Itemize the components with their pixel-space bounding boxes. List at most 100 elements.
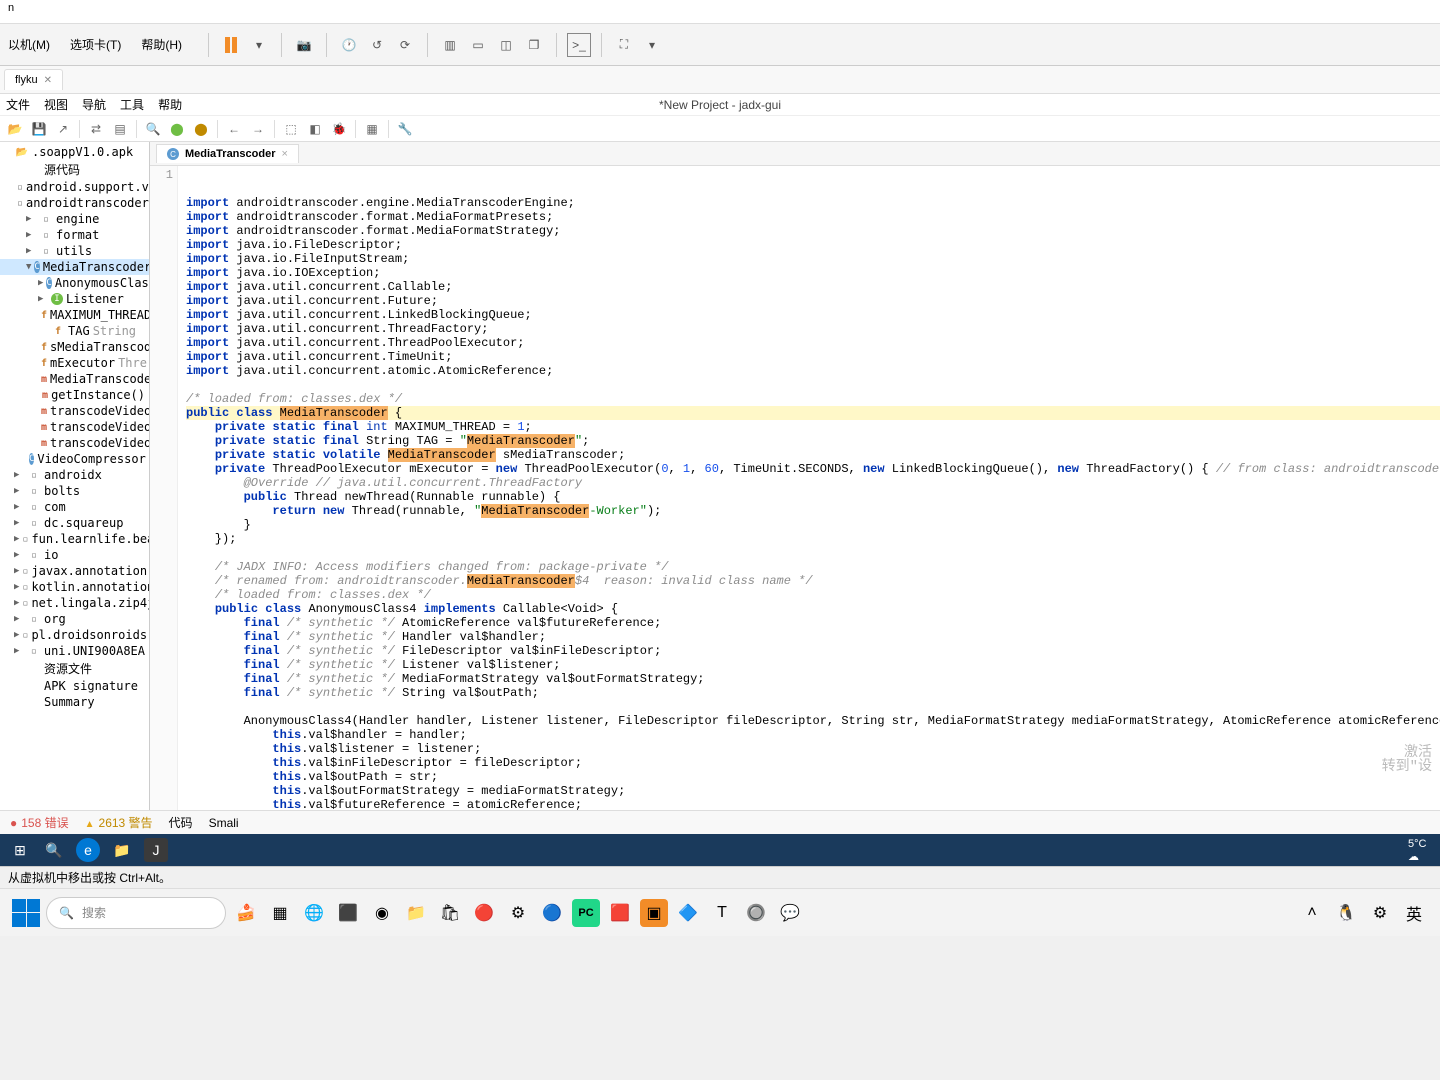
tree-item[interactable]: ▶IListener bbox=[0, 291, 149, 307]
flatten-icon[interactable]: ▤ bbox=[109, 118, 131, 140]
app5-icon[interactable]: 💬 bbox=[776, 899, 804, 927]
menu-file[interactable]: 文件 bbox=[6, 96, 30, 113]
edge-icon[interactable]: e bbox=[76, 838, 100, 862]
tree-item[interactable]: ▶▫com bbox=[0, 499, 149, 515]
export-icon[interactable]: ↗ bbox=[52, 118, 74, 140]
outer-menu-tabs[interactable]: 选项卡(T) bbox=[70, 36, 121, 53]
tree-item[interactable]: mtranscodeVideo bbox=[0, 403, 149, 419]
layout4-icon[interactable]: ❐ bbox=[522, 33, 546, 57]
forward-icon[interactable]: → bbox=[247, 118, 269, 140]
tree-item[interactable]: 源代码 bbox=[0, 160, 149, 179]
tree-item[interactable]: ▶▫engine bbox=[0, 211, 149, 227]
tree-item[interactable]: ▶▫dc.squareup bbox=[0, 515, 149, 531]
tree-item[interactable]: mtranscodeVideo bbox=[0, 419, 149, 435]
search-icon[interactable]: 🔍 bbox=[42, 838, 66, 862]
menu-nav[interactable]: 导航 bbox=[82, 96, 106, 113]
explorer-icon[interactable]: 📁 bbox=[402, 899, 430, 927]
cake-icon[interactable]: 🍰 bbox=[232, 899, 260, 927]
tree-item[interactable]: 📂.soappV1.0.apk bbox=[0, 144, 149, 160]
tree-item[interactable]: ▫android.support.v4 bbox=[0, 179, 149, 195]
menu-tools[interactable]: 工具 bbox=[120, 96, 144, 113]
tree-item[interactable]: fMAXIMUM_THREAD bbox=[0, 307, 149, 323]
tree-item[interactable]: fmExecutor Thre bbox=[0, 355, 149, 371]
search-icon[interactable]: 🔍 bbox=[142, 118, 164, 140]
tree-item[interactable]: ▶▫pl.droidsonroids.gi bbox=[0, 627, 149, 643]
tree-item[interactable]: CVideoCompressor bbox=[0, 451, 149, 467]
mode-smali[interactable]: Smali bbox=[209, 816, 239, 830]
vmware-icon[interactable]: ▣ bbox=[640, 899, 668, 927]
qq-icon[interactable]: 🐧 bbox=[1332, 899, 1360, 927]
outer-menu-help[interactable]: 帮助(H) bbox=[141, 36, 182, 53]
close-icon[interactable]: ✕ bbox=[44, 75, 52, 86]
code-content[interactable]: import androidtranscoder.engine.MediaTra… bbox=[178, 166, 1440, 810]
tree-item[interactable]: mtranscodeVideo bbox=[0, 435, 149, 451]
mode-code[interactable]: 代码 bbox=[169, 814, 193, 831]
tree-item[interactable]: Summary bbox=[0, 694, 149, 710]
editor-tab-active[interactable]: C MediaTranscoder × bbox=[156, 144, 299, 163]
save-icon[interactable]: 💾 bbox=[28, 118, 50, 140]
browser2-icon[interactable]: 🔵 bbox=[538, 899, 566, 927]
menu-view[interactable]: 视图 bbox=[44, 96, 68, 113]
tree-item[interactable]: fTAG String bbox=[0, 323, 149, 339]
outer-menu-machine[interactable]: 以机(M) bbox=[8, 36, 50, 53]
app2-icon[interactable]: 🟥 bbox=[606, 899, 634, 927]
taskview-icon[interactable]: ▦ bbox=[266, 899, 294, 927]
console-icon[interactable]: >_ bbox=[567, 33, 591, 57]
tree-item[interactable]: ▶▫fun.learnlife.beakp bbox=[0, 531, 149, 547]
text-icon[interactable]: T bbox=[708, 899, 736, 927]
debug-icon[interactable]: 🐞 bbox=[328, 118, 350, 140]
clock-icon[interactable]: 🕐 bbox=[337, 33, 361, 57]
search-input[interactable]: 🔍 搜索 bbox=[46, 897, 226, 929]
tree-item[interactable]: ▶▫uni.UNI900A8EA bbox=[0, 643, 149, 659]
layout2-icon[interactable]: ▭ bbox=[466, 33, 490, 57]
tree-item[interactable]: ▶▫org bbox=[0, 611, 149, 627]
dropdown2-icon[interactable]: ▾ bbox=[640, 33, 664, 57]
pause-icon[interactable] bbox=[219, 33, 243, 57]
manage-icon[interactable]: ⟳ bbox=[393, 33, 417, 57]
find-class-icon[interactable]: ⬤ bbox=[166, 118, 188, 140]
back-icon[interactable]: ← bbox=[223, 118, 245, 140]
tree-item[interactable]: ▶▫net.lingala.zip4j bbox=[0, 595, 149, 611]
deobf-icon[interactable]: ⬚ bbox=[280, 118, 302, 140]
chrome-icon[interactable]: ◉ bbox=[368, 899, 396, 927]
windows-start-icon[interactable] bbox=[12, 899, 40, 927]
layout1-icon[interactable]: ▥ bbox=[438, 33, 462, 57]
tree-item[interactable]: ▶▫bolts bbox=[0, 483, 149, 499]
tray-up-icon[interactable]: ˄ bbox=[1298, 899, 1326, 927]
explorer-icon[interactable]: 📁 bbox=[110, 838, 134, 862]
tree-item[interactable]: ▶▫kotlin.annotations. bbox=[0, 579, 149, 595]
snapshot-icon[interactable]: 📷 bbox=[292, 33, 316, 57]
tree-item[interactable]: mgetInstance() bbox=[0, 387, 149, 403]
tree-item[interactable]: ▶▫io bbox=[0, 547, 149, 563]
tree-item[interactable]: 资源文件 bbox=[0, 659, 149, 678]
jadx-taskbar-icon[interactable]: J bbox=[144, 838, 168, 862]
tree-item[interactable]: ▶▫utils bbox=[0, 243, 149, 259]
vm-tab[interactable]: flyku ✕ bbox=[4, 69, 63, 90]
sync-icon[interactable]: ⇄ bbox=[85, 118, 107, 140]
code-editor[interactable]: 1 import androidtranscoder.engine.MediaT… bbox=[150, 166, 1440, 810]
fullscreen-icon[interactable]: ⛶ bbox=[612, 33, 636, 57]
start-icon[interactable]: ⊞ bbox=[8, 838, 32, 862]
warning-count[interactable]: 2613 警告 bbox=[85, 814, 153, 831]
pycharm-icon[interactable]: PC bbox=[572, 899, 600, 927]
tree-item[interactable]: mMediaTranscode bbox=[0, 371, 149, 387]
tree-item[interactable]: ▼CMediaTranscoder bbox=[0, 259, 149, 275]
tree-item[interactable]: ▶▫format bbox=[0, 227, 149, 243]
tree-item[interactable]: ▫androidtranscoder bbox=[0, 195, 149, 211]
tree-item[interactable]: APK signature bbox=[0, 678, 149, 694]
quark-icon[interactable]: ◧ bbox=[304, 118, 326, 140]
tree-item[interactable]: ▶▫javax.annotation bbox=[0, 563, 149, 579]
log-icon[interactable]: ▦ bbox=[361, 118, 383, 140]
menu-help[interactable]: 帮助 bbox=[158, 96, 182, 113]
steam-icon[interactable]: ⚙ bbox=[504, 899, 532, 927]
weather-icon[interactable]: 5°C ☁ bbox=[1408, 838, 1432, 862]
close-icon[interactable]: × bbox=[281, 148, 287, 160]
tree-item[interactable]: ▶CAnonymousClass bbox=[0, 275, 149, 291]
app1-icon[interactable]: 🔴 bbox=[470, 899, 498, 927]
settings-icon[interactable]: 🔧 bbox=[394, 118, 416, 140]
layout3-icon[interactable]: ◫ bbox=[494, 33, 518, 57]
app3-icon[interactable]: 🔷 bbox=[674, 899, 702, 927]
ime-indicator[interactable]: 英 bbox=[1400, 899, 1428, 927]
settings-tray-icon[interactable]: ⚙ bbox=[1366, 899, 1394, 927]
store-icon[interactable]: 🛍 bbox=[436, 899, 464, 927]
